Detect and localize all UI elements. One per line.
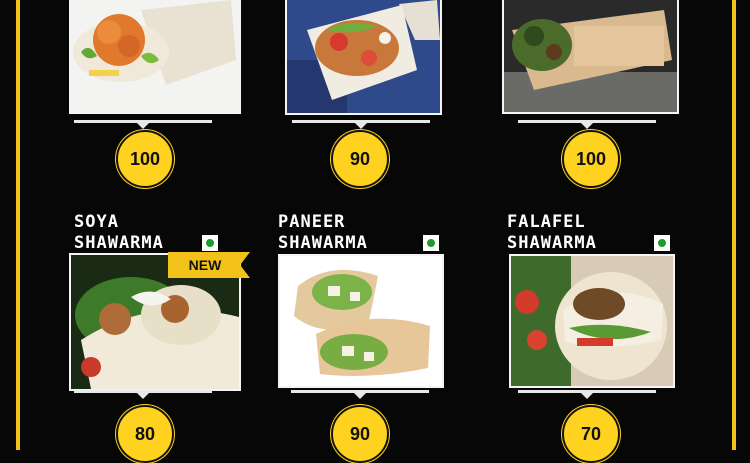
falafel-wrap-image [504,0,677,112]
price-badge: 90 [331,130,389,188]
price-badge: 100 [562,130,620,188]
price-badge: 80 [116,405,174,463]
divider [291,390,429,399]
divider [74,390,212,399]
item-name-line: SHAWARMA [278,233,368,253]
wrap-photo [278,254,444,388]
divider [518,120,656,129]
item-name: SOYA SHAWARMA [74,212,164,254]
price-badge: 100 [116,130,174,188]
item-name-line: SHAWARMA [507,233,597,253]
falafel-pita-image [511,256,673,386]
shawarma-wrap-image [287,0,440,113]
new-badge: NEW [168,252,250,278]
veg-mark-icon [654,235,670,251]
wrap-photo [285,0,442,115]
item-name-line: SHAWARMA [74,233,164,253]
chicken-wrap-image [71,0,239,112]
wrap-photo [509,254,675,388]
wrap-photo [69,0,241,114]
price-badge: 70 [562,405,620,463]
wrap-photo [502,0,679,114]
frame-border-right [732,0,736,450]
item-name-line: SOYA [74,212,119,232]
item-name: PANEER SHAWARMA [278,212,368,254]
divider [292,120,430,129]
divider [74,120,212,129]
frame-border-left [16,0,20,450]
veg-mark-icon [423,235,439,251]
price-badge: 90 [331,405,389,463]
paneer-wrap-image [280,256,442,386]
item-name: FALAFEL SHAWARMA [507,212,597,254]
item-name-line: FALAFEL [507,212,586,232]
divider [518,390,656,399]
item-name-line: PANEER [278,212,346,232]
veg-mark-icon [202,235,218,251]
